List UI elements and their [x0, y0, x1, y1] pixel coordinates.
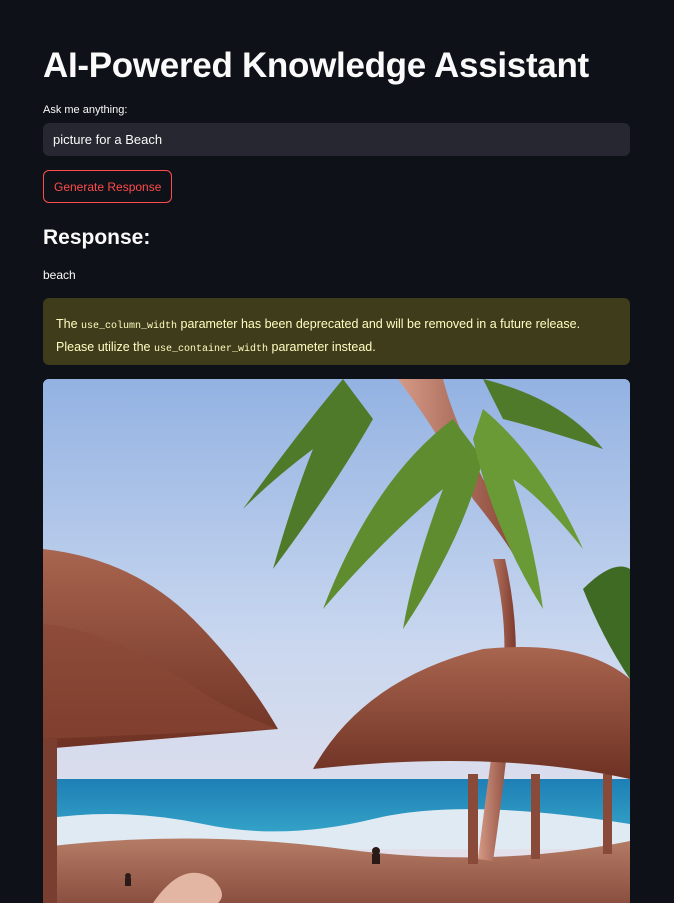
generated-beach-image: [43, 379, 630, 903]
query-label: Ask me anything:: [43, 104, 128, 116]
query-input[interactable]: picture for a Beach: [43, 123, 630, 156]
deprecation-warning: The use_column_width parameter has been …: [43, 298, 630, 365]
query-input-value: picture for a Beach: [53, 132, 163, 147]
response-text: beach: [43, 268, 76, 282]
warning-code-1: use_column_width: [81, 321, 178, 332]
warning-text-1: The: [56, 317, 82, 331]
response-heading: Response:: [43, 226, 151, 249]
warning-code-2: use_container_width: [153, 344, 269, 355]
warning-text-3: parameter instead.: [268, 340, 376, 354]
page-title: AI-Powered Knowledge Assistant: [43, 46, 589, 85]
generate-response-button[interactable]: Generate Response: [43, 170, 173, 203]
